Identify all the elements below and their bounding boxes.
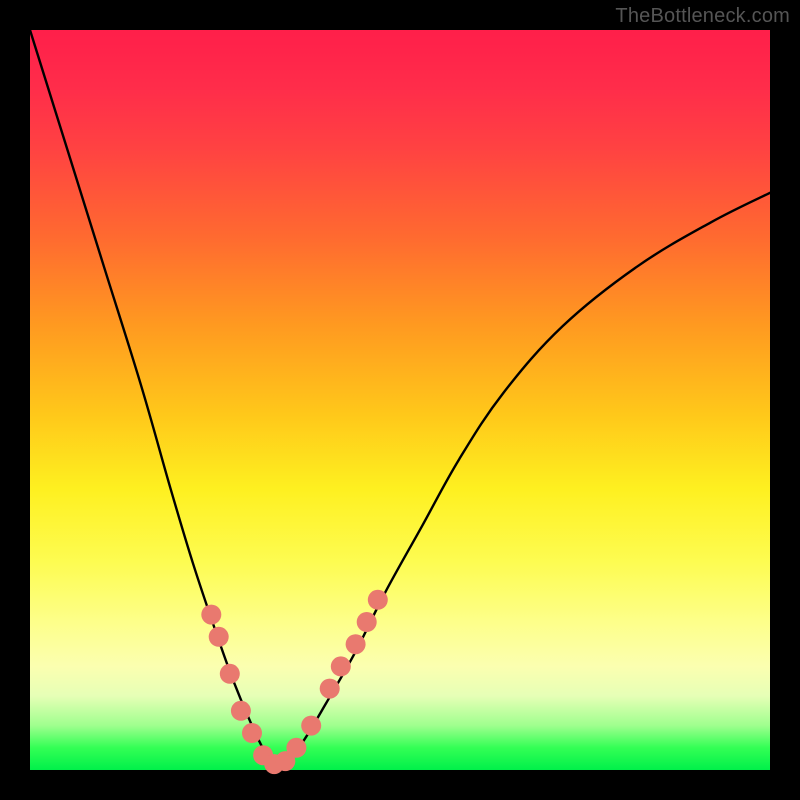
highlight-dot (346, 634, 366, 654)
chart-frame: TheBottleneck.com (0, 0, 800, 800)
highlight-dot (201, 605, 221, 625)
highlight-dot (231, 701, 251, 721)
highlight-dot (331, 656, 351, 676)
highlight-dot (301, 716, 321, 736)
bottleneck-curve (30, 30, 770, 766)
highlight-dot (368, 590, 388, 610)
highlight-dot (286, 738, 306, 758)
chart-overlay-svg (30, 30, 770, 770)
highlight-dot (242, 723, 262, 743)
watermark-text: TheBottleneck.com (615, 5, 790, 28)
highlight-dots-group (201, 590, 387, 774)
highlight-dot (220, 664, 240, 684)
highlight-dot (320, 679, 340, 699)
highlight-dot (357, 612, 377, 632)
highlight-dot (209, 627, 229, 647)
